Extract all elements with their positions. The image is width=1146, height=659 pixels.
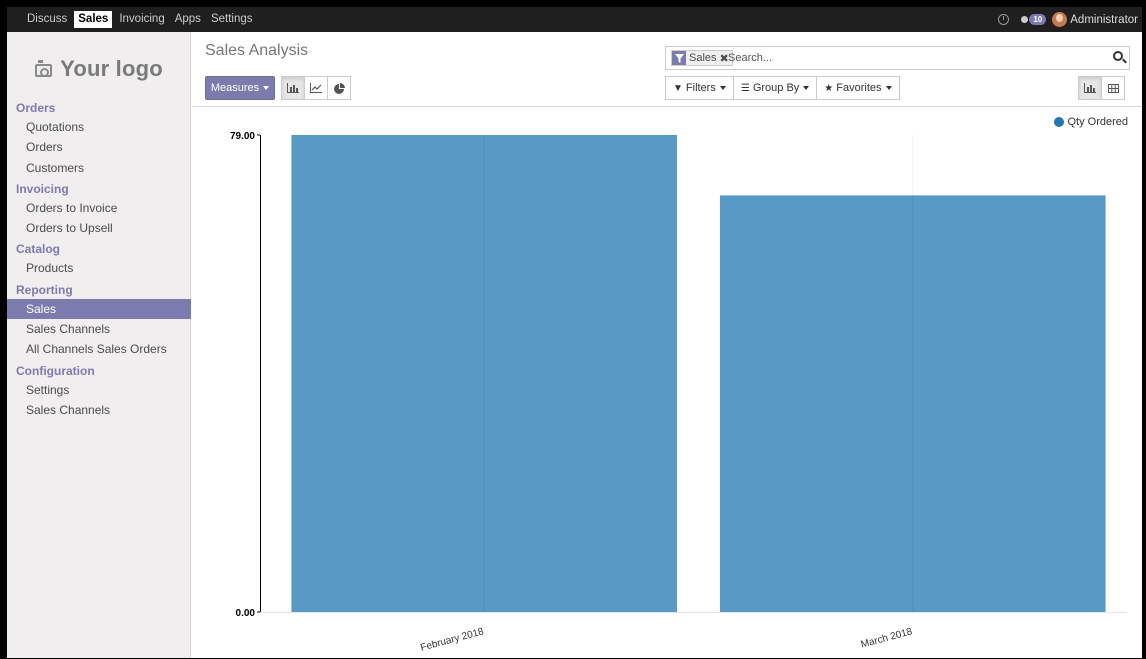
sidebar-item-sales[interactable]: Sales: [7, 298, 191, 320]
caret-down-icon: [719, 86, 726, 90]
table-icon: [1107, 83, 1119, 93]
pie-chart-mode-button[interactable]: [327, 76, 351, 100]
sidebar-item-settings[interactable]: Settings: [7, 380, 191, 400]
line-chart-mode-button[interactable]: [304, 76, 328, 100]
sidebar-item-all-channels-sales-orders[interactable]: All Channels Sales Orders: [7, 339, 191, 359]
company-logo[interactable]: Your logo: [7, 52, 191, 86]
measures-label: Measures: [210, 82, 260, 94]
bar-chart: 0.00 79.00 February 2018 March 2018: [230, 131, 1127, 654]
sidebar-section-reporting[interactable]: Reporting: [7, 282, 191, 299]
sidebar-menu: Orders Quotations Orders Customers Invoi…: [7, 97, 191, 420]
search-icon[interactable]: [1113, 51, 1123, 61]
filter-icon: [672, 51, 686, 65]
pivot-view-button[interactable]: [1101, 76, 1125, 100]
group-by-label: Group By: [752, 82, 800, 94]
favorites-button[interactable]: ★ Favorites: [816, 76, 900, 100]
bar-chart-icon: [1084, 83, 1096, 93]
app-invoicing[interactable]: Invoicing: [116, 11, 167, 28]
search-facet-sales[interactable]: Sales ✖: [671, 50, 733, 66]
x-tick-label: February 2018: [419, 626, 485, 654]
bar-chart-icon: [287, 83, 299, 93]
line-chart-icon: [310, 83, 322, 93]
messaging-button[interactable]: 10: [1021, 14, 1047, 25]
control-panel: Sales Analysis Measures Sales ✖ Search..…: [192, 32, 1142, 107]
favorites-label: Favorites: [836, 82, 882, 94]
y-tick-label: 79.00: [230, 131, 255, 142]
sidebar-item-orders-to-upsell[interactable]: Orders to Upsell: [7, 218, 191, 238]
systray: 10 Administrator: [998, 7, 1142, 32]
measures-button[interactable]: Measures: [205, 76, 275, 100]
sidebar-item-quotations[interactable]: Quotations: [7, 117, 191, 137]
pie-chart-icon: [333, 82, 345, 94]
caret-down-icon: [263, 86, 270, 90]
search-input[interactable]: [728, 50, 1088, 66]
bars-icon: ☰: [740, 82, 750, 94]
search-options: ▼ Filters ☰ Group By ★ Favorites: [665, 76, 900, 100]
user-menu-name[interactable]: Administrator: [1070, 14, 1138, 26]
sidebar-item-products[interactable]: Products: [7, 258, 191, 278]
sidebar-section-invoicing[interactable]: Invoicing: [7, 181, 191, 198]
logo-text: Your logo: [60, 56, 163, 81]
sidebar-section-orders[interactable]: Orders: [7, 100, 191, 117]
sidebar-item-customers[interactable]: Customers: [7, 158, 191, 178]
app-window: Discuss Sales Invoicing Apps Settings 10…: [7, 7, 1142, 658]
y-tick-label: 0.00: [236, 608, 256, 619]
app-settings[interactable]: Settings: [208, 11, 256, 28]
app-menu: Discuss Sales Invoicing Apps Settings: [24, 7, 260, 32]
messages-count-badge: 10: [1029, 14, 1047, 25]
graph-view-button[interactable]: [1078, 76, 1102, 100]
sidebar-item-config-sales-channels[interactable]: Sales Channels: [7, 400, 191, 420]
facet-label: Sales: [689, 52, 717, 64]
caret-down-icon: [885, 86, 892, 90]
search-bar[interactable]: Sales ✖: [665, 46, 1130, 70]
filter-icon: ▼: [673, 82, 683, 94]
graph-view: 0.00 79.00 February 2018 March 2018 Qty Ord…: [192, 108, 1142, 658]
avatar[interactable]: [1052, 12, 1068, 27]
filters-label: Filters: [685, 82, 716, 94]
sidebar-item-orders-to-invoice[interactable]: Orders to Invoice: [7, 198, 191, 218]
legend-label: Qty Ordered: [1067, 116, 1128, 128]
sidebar: Your logo Orders Quotations Orders Custo…: [7, 32, 191, 658]
app-discuss[interactable]: Discuss: [24, 11, 70, 28]
star-icon: ★: [824, 82, 834, 94]
group-by-button[interactable]: ☰ Group By: [732, 76, 818, 100]
activity-clock-icon[interactable]: [998, 14, 1010, 25]
page-title: Sales Analysis: [205, 42, 309, 59]
sidebar-item-orders[interactable]: Orders: [7, 137, 191, 157]
bar-chart-mode-button[interactable]: [281, 76, 305, 100]
app-sales[interactable]: Sales: [74, 11, 113, 28]
view-switcher: [1078, 76, 1125, 100]
x-tick-label: March 2018: [860, 626, 914, 650]
chart-legend[interactable]: Qty Ordered: [1054, 116, 1128, 128]
top-navbar: Discuss Sales Invoicing Apps Settings 10…: [7, 7, 1142, 32]
app-apps[interactable]: Apps: [172, 11, 204, 28]
sidebar-section-catalog[interactable]: Catalog: [7, 241, 191, 258]
legend-dot: [1054, 117, 1065, 127]
caret-down-icon: [803, 86, 810, 90]
chat-bubble-icon: [1021, 16, 1029, 23]
filters-button[interactable]: ▼ Filters: [665, 76, 734, 100]
graph-mode-switcher: [281, 76, 351, 100]
camera-icon: [35, 59, 53, 77]
sidebar-section-configuration[interactable]: Configuration: [7, 363, 191, 380]
sidebar-item-sales-channels[interactable]: Sales Channels: [7, 319, 191, 339]
